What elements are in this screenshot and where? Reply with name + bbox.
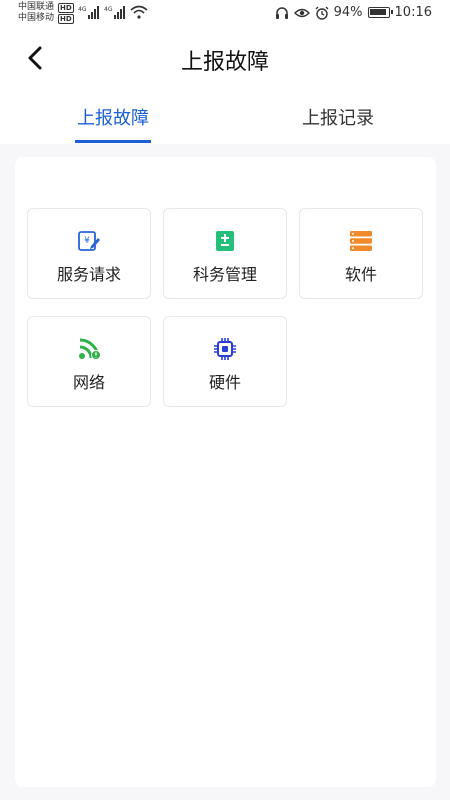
category-service-request[interactable]: ¥ 服务请求 [27, 208, 151, 299]
carrier-line-1: 中国联通 HD [18, 2, 74, 13]
clock: 10:16 [394, 5, 432, 20]
tab-report-history[interactable]: 上报记录 [300, 104, 376, 130]
hd-badge-2: HD [58, 13, 74, 24]
status-right-group: 94% 10:16 [275, 5, 432, 20]
carrier-1-name: 中国联通 [18, 2, 55, 12]
network-type-label-2: 4G [104, 6, 113, 13]
tab-bar: 上报故障 上报记录 [0, 90, 450, 144]
svg-text:¥: ¥ [84, 236, 90, 246]
category-department-management[interactable]: 科务管理 [163, 208, 287, 299]
status-bar: 中国联通 HD 中国移动 HD 4G 4G 94% 10:16 [0, 0, 450, 28]
category-label: 网络 [72, 373, 105, 392]
software-icon [350, 231, 372, 251]
category-label: 科务管理 [192, 265, 257, 284]
carrier-2-name: 中国移动 [18, 13, 55, 23]
eye-icon [293, 8, 310, 17]
category-label: 硬件 [208, 373, 241, 392]
tab-report-fault[interactable]: 上报故障 [75, 104, 151, 130]
active-tab-indicator [75, 140, 151, 143]
battery-icon [367, 7, 393, 18]
signal-icon-2: 4G [104, 6, 126, 19]
category-panel: ¥ 服务请求 科务管理 软件 网络 硬件 [15, 157, 436, 787]
category-label: 服务请求 [56, 265, 121, 284]
header: 上报故障 [0, 28, 450, 90]
category-hardware[interactable]: 硬件 [163, 316, 287, 407]
headset-icon [275, 6, 288, 19]
carrier-info: 中国联通 HD 中国移动 HD [18, 2, 74, 24]
hardware-icon [214, 338, 236, 360]
service-request-icon: ¥ [78, 231, 100, 251]
page-title: 上报故障 [180, 50, 269, 75]
department-management-icon [216, 231, 234, 251]
network-icon [79, 338, 101, 360]
battery-fill [369, 9, 386, 15]
battery-percent: 94% [333, 5, 363, 20]
category-software[interactable]: 软件 [299, 208, 423, 299]
wifi-icon [130, 5, 148, 19]
alarm-icon [315, 6, 329, 20]
category-network[interactable]: 网络 [27, 316, 151, 407]
network-type-label: 4G [78, 6, 87, 13]
carrier-line-2: 中国移动 HD [18, 13, 74, 24]
hd-badge: HD [58, 2, 74, 13]
signal-icon: 4G [78, 6, 100, 19]
category-label: 软件 [344, 265, 377, 284]
